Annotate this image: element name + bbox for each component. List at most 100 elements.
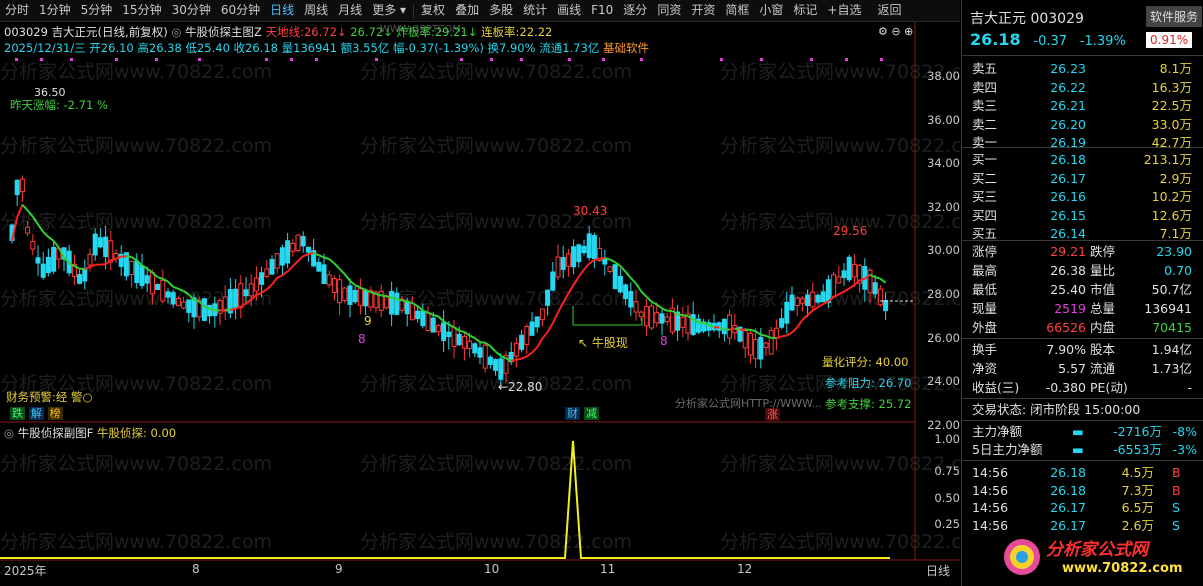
stat-label: 流通	[1090, 361, 1116, 376]
tiandi-segment	[781, 334, 787, 338]
candle-body	[352, 289, 358, 303]
sector-badge[interactable]: 软件服务	[1146, 6, 1203, 27]
sub-indicator-name[interactable]: 牛股侦探副图F	[18, 426, 94, 440]
ask-row[interactable]: 卖三 26.21 22.5万	[962, 96, 1203, 115]
stat-value: 5.57	[1058, 361, 1086, 376]
stat-value: 50.7亿	[1151, 282, 1192, 297]
bid-level-label: 买二	[972, 170, 998, 186]
candle-body	[35, 257, 41, 264]
stat-row[interactable]: 涨停 29.21 跌停 23.90	[962, 242, 1203, 261]
bid-row[interactable]: 买四 26.15 12.6万	[962, 206, 1203, 225]
signal-dot	[70, 58, 73, 61]
candle-body	[628, 291, 634, 308]
quote-change: -0.37	[1033, 34, 1068, 49]
tiandi-segment	[271, 277, 278, 286]
tiandi-segment	[734, 327, 741, 331]
signal-dot	[290, 58, 293, 61]
candle-body	[40, 263, 46, 278]
candle-body	[160, 279, 166, 302]
tiandi-segment	[599, 256, 605, 260]
candle-body	[851, 263, 857, 278]
tag-jian[interactable]: 减	[583, 407, 599, 420]
stat-row[interactable]: 最高 26.38 量比 0.70	[962, 261, 1203, 280]
tiandi-segment	[110, 257, 117, 262]
tick-row[interactable]: 14:56 26.17 2.6万 S	[962, 516, 1203, 535]
stat-label: 净资	[972, 361, 998, 376]
stat-row[interactable]: 现量 2519 总量 136941	[962, 299, 1203, 318]
kline-chart[interactable]: 分析家公式网www.70822.com 分析家公式网www.70822.com 分析…	[0, 0, 960, 586]
signal-dot	[315, 58, 318, 61]
tiandi-segment	[121, 255, 127, 258]
tag-jie[interactable]: 解	[28, 407, 44, 420]
signal-dot	[602, 58, 605, 61]
stat-value: 25.40	[1050, 282, 1086, 297]
stat-row[interactable]: 最低 25.40 市值 50.7亿	[962, 280, 1203, 299]
support-value: 25.72	[878, 397, 912, 411]
stat-label: 现量	[972, 301, 998, 316]
tiandi-segment	[640, 290, 648, 298]
trade-status: 交易状态: 闭市阶段 15:00:00	[962, 400, 1203, 419]
candle-body	[555, 256, 561, 278]
tiandi-segment	[682, 314, 689, 318]
stat-label: 市值	[1090, 282, 1116, 297]
tick-row[interactable]: 14:56 26.18 7.3万 B	[962, 481, 1203, 500]
tiandi-segment	[432, 314, 439, 318]
stat-value: 66526	[1046, 320, 1086, 335]
tiandi-segment	[323, 256, 330, 260]
stat-row[interactable]: 外盘 66526 内盘 70415	[962, 318, 1203, 337]
signal-dot	[810, 58, 813, 61]
tick-row[interactable]: 14:56 26.17 6.5万 S	[962, 498, 1203, 517]
stat-label: 内盘	[1090, 320, 1116, 335]
bid-row[interactable]: 买五 26.14 7.1万	[962, 224, 1203, 243]
bid-row[interactable]: 买三 26.16 10.2万	[962, 187, 1203, 206]
stat-row[interactable]: 净资 5.57 流通 1.73亿	[962, 359, 1203, 378]
candle-body	[238, 283, 244, 308]
candle-body	[524, 326, 530, 345]
signal-dot	[198, 58, 201, 61]
sub-settings-icon[interactable]: ◎	[4, 426, 14, 440]
tag-bang[interactable]: 榜	[47, 407, 63, 420]
stat-row[interactable]: 收益(三) -0.380 PE(动) -	[962, 378, 1203, 397]
flow-row[interactable]: 5日主力净额 ▬ -6553万 -3%	[962, 440, 1203, 459]
divider	[962, 398, 1203, 399]
tiandi-segment	[463, 331, 471, 337]
flow-pct: -3%	[1172, 442, 1197, 457]
candle-body	[472, 343, 478, 354]
stat-row[interactable]: 换手 7.90% 股本 1.94亿	[962, 340, 1203, 359]
tick-time: 14:56	[972, 517, 1009, 533]
flow-row[interactable]: 主力净额 ▬ -2716万 -8%	[962, 422, 1203, 441]
tick-row[interactable]: 14:56 26.18 4.5万 B	[962, 463, 1203, 482]
watermark-text: 分析家公式网www.70822.com	[720, 531, 960, 553]
tiandi-segment	[588, 258, 596, 265]
tick-side: B	[1172, 465, 1181, 480]
ask-volume: 8.1万	[1159, 61, 1192, 76]
candle-body	[347, 285, 353, 305]
bid-row[interactable]: 买一 26.18 213.1万	[962, 150, 1203, 169]
candle-body	[747, 332, 753, 356]
ask-row[interactable]: 卖四 26.22 16.3万	[962, 78, 1203, 97]
tag-die[interactable]: 跌	[10, 407, 25, 420]
bid-level-label: 买五	[972, 226, 998, 241]
candle-body	[139, 265, 145, 287]
signal-dot	[720, 58, 723, 61]
tiandi-segment	[526, 351, 533, 358]
tiandi-segment	[276, 274, 283, 279]
bid-row[interactable]: 买二 26.17 2.9万	[962, 169, 1203, 188]
tick-side: S	[1172, 517, 1180, 533]
candle-body	[602, 258, 608, 265]
tag-cai[interactable]: 财	[565, 407, 580, 420]
tiandi-segment	[572, 276, 580, 286]
candle-body	[321, 264, 327, 285]
candle-body	[305, 246, 311, 253]
candle-body	[539, 308, 545, 321]
candle-body	[482, 344, 488, 369]
stat-label: 涨停	[972, 244, 998, 259]
ask-row[interactable]: 卖二 26.20 33.0万	[962, 115, 1203, 134]
ask-price: 26.21	[1050, 98, 1086, 113]
candle-body	[519, 334, 525, 350]
tiandi-segment	[577, 269, 585, 278]
tiandi-segment	[546, 322, 554, 333]
tiandi-segment	[619, 265, 627, 273]
high-label: 30.43	[573, 204, 608, 218]
ask-row[interactable]: 卖五 26.23 8.1万	[962, 59, 1203, 78]
